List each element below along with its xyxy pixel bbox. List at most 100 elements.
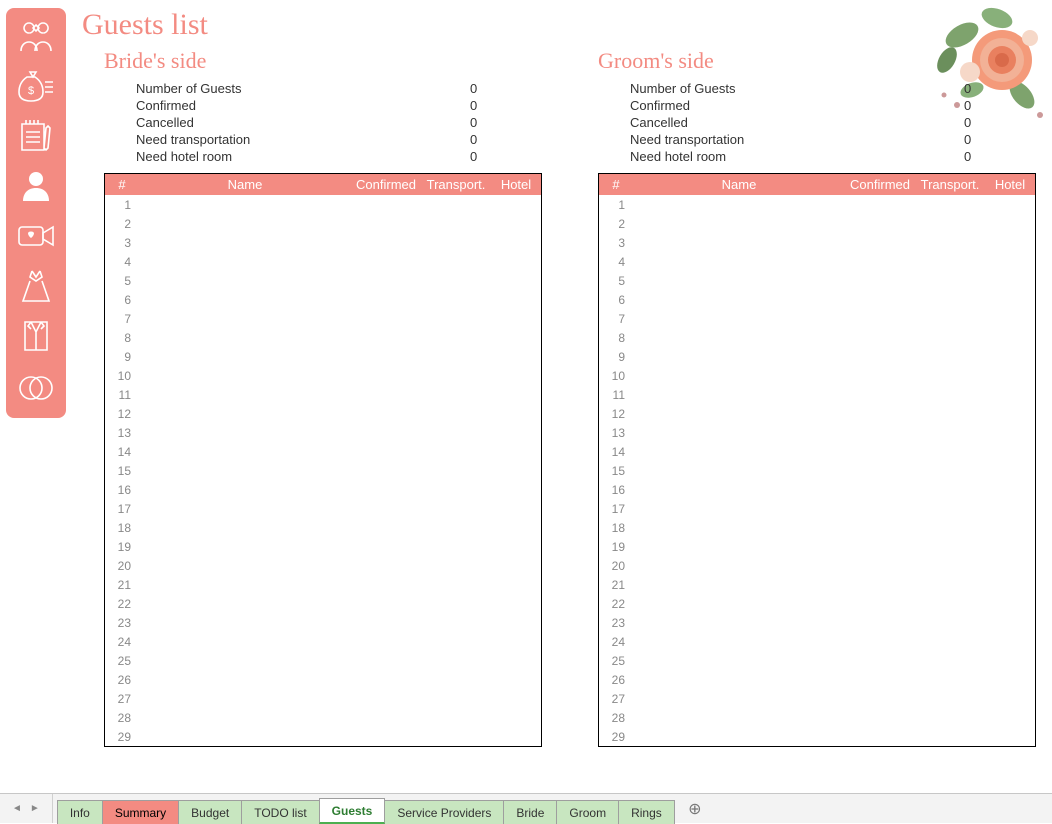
cell[interactable]: [985, 252, 1035, 271]
cell[interactable]: [491, 404, 541, 423]
cell[interactable]: [491, 328, 541, 347]
cell[interactable]: [985, 366, 1035, 385]
cell[interactable]: [491, 537, 541, 556]
table-row[interactable]: 21: [105, 575, 541, 594]
cell[interactable]: [351, 727, 421, 746]
cell[interactable]: [421, 651, 491, 670]
cell[interactable]: [633, 613, 845, 632]
cell[interactable]: [421, 708, 491, 727]
cell[interactable]: [491, 594, 541, 613]
cell[interactable]: [915, 537, 985, 556]
cell[interactable]: [915, 727, 985, 746]
cell[interactable]: [985, 195, 1035, 214]
cell[interactable]: [633, 252, 845, 271]
cell[interactable]: [915, 404, 985, 423]
cell[interactable]: [139, 499, 351, 518]
cell[interactable]: [351, 404, 421, 423]
cell[interactable]: [351, 689, 421, 708]
cell[interactable]: [139, 480, 351, 499]
cell[interactable]: [139, 385, 351, 404]
cell[interactable]: [633, 271, 845, 290]
cell[interactable]: [985, 442, 1035, 461]
cell[interactable]: [421, 271, 491, 290]
table-row[interactable]: 16: [599, 480, 1035, 499]
cell[interactable]: [985, 233, 1035, 252]
cell[interactable]: [845, 670, 915, 689]
cell[interactable]: [421, 328, 491, 347]
table-row[interactable]: 25: [599, 651, 1035, 670]
cell[interactable]: [351, 423, 421, 442]
cell[interactable]: [915, 708, 985, 727]
table-row[interactable]: 26: [105, 670, 541, 689]
cell[interactable]: [633, 651, 845, 670]
cell[interactable]: [985, 404, 1035, 423]
table-row[interactable]: 18: [599, 518, 1035, 537]
cell[interactable]: [351, 499, 421, 518]
cell[interactable]: [421, 195, 491, 214]
cell[interactable]: [845, 518, 915, 537]
cell[interactable]: [491, 347, 541, 366]
cell[interactable]: [421, 290, 491, 309]
cell[interactable]: [915, 347, 985, 366]
table-row[interactable]: 5: [105, 271, 541, 290]
cell[interactable]: [633, 689, 845, 708]
cell[interactable]: [985, 290, 1035, 309]
cell[interactable]: [491, 670, 541, 689]
cell[interactable]: [633, 575, 845, 594]
table-row[interactable]: 11: [599, 385, 1035, 404]
cell[interactable]: [351, 632, 421, 651]
table-row[interactable]: 3: [599, 233, 1035, 252]
cell[interactable]: [139, 442, 351, 461]
cell[interactable]: [633, 385, 845, 404]
cell[interactable]: [491, 727, 541, 746]
table-row[interactable]: 29: [599, 727, 1035, 746]
cell[interactable]: [845, 290, 915, 309]
cell[interactable]: [985, 670, 1035, 689]
sheet-tab-rings[interactable]: Rings: [618, 800, 675, 824]
cell[interactable]: [633, 670, 845, 689]
cell[interactable]: [845, 385, 915, 404]
cell[interactable]: [421, 366, 491, 385]
nav-media[interactable]: [9, 214, 63, 258]
cell[interactable]: [421, 461, 491, 480]
cell[interactable]: [421, 556, 491, 575]
table-row[interactable]: 23: [105, 613, 541, 632]
table-row[interactable]: 21: [599, 575, 1035, 594]
cell[interactable]: [491, 385, 541, 404]
cell[interactable]: [915, 442, 985, 461]
cell[interactable]: [421, 613, 491, 632]
cell[interactable]: [915, 328, 985, 347]
table-row[interactable]: 20: [599, 556, 1035, 575]
cell[interactable]: [845, 708, 915, 727]
table-row[interactable]: 10: [599, 366, 1035, 385]
table-row[interactable]: 2: [105, 214, 541, 233]
bride-table[interactable]: # Name Confirmed Transport. Hotel 123456…: [105, 174, 541, 746]
sheet-next-icon[interactable]: ►: [30, 803, 40, 814]
cell[interactable]: [421, 214, 491, 233]
cell[interactable]: [915, 423, 985, 442]
cell[interactable]: [633, 195, 845, 214]
cell[interactable]: [491, 252, 541, 271]
cell[interactable]: [915, 385, 985, 404]
cell[interactable]: [421, 233, 491, 252]
cell[interactable]: [139, 271, 351, 290]
cell[interactable]: [915, 499, 985, 518]
table-row[interactable]: 28: [105, 708, 541, 727]
table-row[interactable]: 14: [105, 442, 541, 461]
cell[interactable]: [845, 727, 915, 746]
table-row[interactable]: 8: [105, 328, 541, 347]
cell[interactable]: [491, 575, 541, 594]
cell[interactable]: [845, 556, 915, 575]
cell[interactable]: [985, 518, 1035, 537]
cell[interactable]: [985, 309, 1035, 328]
table-row[interactable]: 9: [105, 347, 541, 366]
cell[interactable]: [985, 480, 1035, 499]
cell[interactable]: [421, 442, 491, 461]
cell[interactable]: [139, 651, 351, 670]
cell[interactable]: [845, 575, 915, 594]
table-row[interactable]: 20: [105, 556, 541, 575]
table-row[interactable]: 18: [105, 518, 541, 537]
cell[interactable]: [491, 480, 541, 499]
table-row[interactable]: 23: [599, 613, 1035, 632]
cell[interactable]: [351, 613, 421, 632]
